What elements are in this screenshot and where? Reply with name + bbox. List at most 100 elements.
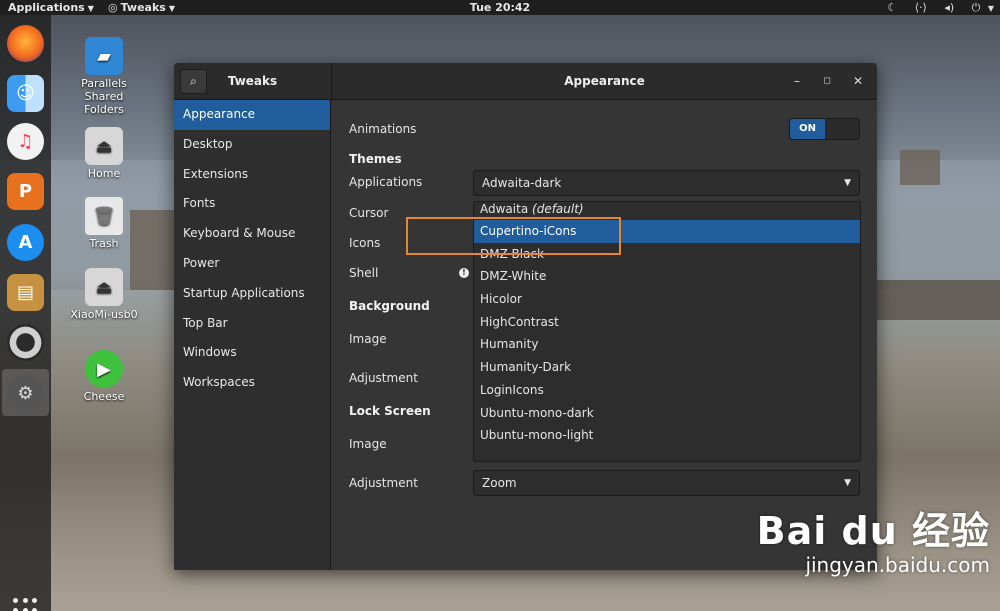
sidebar-item-startup-applications[interactable]: Startup Applications — [174, 279, 330, 309]
desktop-icon-cheese[interactable]: ▶ Cheese — [69, 350, 139, 403]
search-icon: ⌕ — [190, 74, 197, 88]
drive-eject-icon: ⏏ — [85, 268, 123, 306]
option-label: Humanity — [480, 337, 539, 352]
clock-label: Tue 20:42 — [469, 1, 531, 14]
desktop-icon-label: Home — [87, 167, 121, 180]
maximize-button[interactable]: ◻ — [819, 73, 835, 89]
shell-label: Shell — [349, 266, 379, 280]
desktop-icon-label: Parallels Shared Folders — [81, 77, 127, 116]
minimize-button[interactable]: – — [789, 73, 805, 89]
sidebar-item-fonts[interactable]: Fonts — [174, 189, 330, 219]
wps-presentation-icon[interactable]: P — [7, 173, 44, 210]
applications-theme-label: Applications — [349, 175, 423, 189]
app-store-icon[interactable]: A — [7, 224, 44, 261]
volume-icon: ◂) — [944, 1, 955, 14]
option-label: Adwaita — [480, 202, 529, 216]
watermark-brand: Bai du 经验 — [756, 509, 990, 553]
lifesaver-icon[interactable] — [7, 324, 44, 361]
tweaks-window: Tweaks ⌕ Appearance – ◻ ✕ Appearance Des… — [174, 63, 877, 570]
desktop-icon-xiaomi-usb0[interactable]: ⏏ XiaoMi-usb0 — [69, 268, 139, 321]
animations-toggle[interactable]: ON — [789, 118, 860, 140]
lock-screen-heading: Lock Screen — [349, 404, 431, 418]
files-icon[interactable]: ▤ — [7, 274, 44, 311]
option-suffix: (default) — [532, 202, 584, 216]
power-icon: ⏻ — [971, 1, 981, 14]
sidebar-item-workspaces[interactable]: Workspaces — [174, 368, 330, 398]
dropdown-option-ubuntu-mono-dark[interactable]: Ubuntu-mono-dark — [474, 402, 860, 425]
animations-label: Animations — [349, 122, 417, 136]
annotation-highlight-box — [406, 217, 621, 255]
sidebar-item-desktop[interactable]: Desktop — [174, 130, 330, 160]
combo-value: Zoom — [482, 476, 517, 490]
background-image-label: Image — [349, 332, 387, 346]
dock: ☺ ♫ P A ▤ ⚙ — [0, 15, 51, 611]
sidebar-item-appearance[interactable]: Appearance — [174, 100, 330, 130]
clock[interactable]: Tue 20:42 — [0, 0, 1000, 15]
sidebar-item-top-bar[interactable]: Top Bar — [174, 309, 330, 339]
settings-icon[interactable]: ⚙ — [7, 375, 44, 412]
option-label: DMZ-White — [480, 269, 547, 284]
desktop-icon-trash[interactable]: 🗑 Trash — [69, 197, 139, 250]
option-label: Ubuntu-mono-light — [480, 428, 594, 443]
desktop-icon-label: Cheese — [83, 390, 125, 403]
option-label: HighContrast — [480, 314, 559, 329]
drive-eject-icon: ⏏ — [85, 127, 123, 165]
finder-icon[interactable]: ☺ — [7, 75, 44, 112]
desktop-icon-parallels-shared-folders[interactable]: ▰ Parallels Shared Folders — [69, 37, 139, 116]
music-icon[interactable]: ♫ — [7, 123, 44, 160]
show-applications-icon[interactable] — [13, 598, 39, 611]
icons-label: Icons — [349, 236, 381, 250]
option-label: LoginIcons — [480, 382, 544, 397]
dropdown-option-dmz-white[interactable]: DMZ-White — [474, 265, 860, 288]
themes-heading: Themes — [349, 152, 402, 166]
trash-icon: 🗑 — [85, 197, 123, 235]
firefox-icon[interactable] — [7, 25, 44, 62]
dropdown-option-humanity[interactable]: Humanity — [474, 333, 860, 356]
lock-adjustment-combo[interactable]: Zoom ▼ — [473, 470, 860, 496]
camera-icon: ▶ — [85, 350, 123, 388]
chevron-down-icon: ▼ — [844, 478, 851, 488]
search-button[interactable]: ⌕ — [180, 69, 207, 94]
lock-image-label: Image — [349, 437, 387, 451]
desktop-icon-label: XiaoMi-usb0 — [70, 308, 138, 321]
dropdown-option-hicolor[interactable]: Hicolor — [474, 288, 860, 311]
lock-adjustment-label: Adjustment — [349, 476, 418, 490]
close-button[interactable]: ✕ — [850, 73, 866, 89]
combo-value: Adwaita-dark — [482, 176, 562, 190]
sidebar: Appearance Desktop Extensions Fonts Keyb… — [174, 100, 331, 570]
option-label: Humanity-Dark — [480, 360, 572, 375]
maximize-icon: ◻ — [823, 76, 831, 86]
desktop-icon-home[interactable]: ⏏ Home — [69, 127, 139, 180]
toggle-on-label: ON — [790, 119, 825, 139]
night-light-icon: ☾ — [887, 1, 898, 14]
background-adjustment-label: Adjustment — [349, 371, 418, 385]
minimize-icon: – — [794, 74, 800, 88]
chevron-down-icon: ▼ — [844, 178, 851, 188]
dropdown-option-highcontrast[interactable]: HighContrast — [474, 311, 860, 334]
folder-icon: ▰ — [85, 37, 123, 75]
top-bar: Applications ▼ ◎ Tweaks ▼ Tue 20:42 ☾ ⟨·⟩ ◂… — [0, 0, 1000, 15]
dropdown-option-ubuntu-mono-light[interactable]: Ubuntu-mono-light — [474, 424, 860, 447]
option-label: Hicolor — [480, 292, 522, 307]
background-heading: Background — [349, 299, 430, 313]
rock-background — [877, 280, 1000, 320]
sidebar-item-keyboard-mouse[interactable]: Keyboard & Mouse — [174, 219, 330, 249]
sidebar-item-extensions[interactable]: Extensions — [174, 160, 330, 190]
window-titlebar: Tweaks ⌕ Appearance – ◻ ✕ — [174, 63, 877, 100]
sidebar-item-windows[interactable]: Windows — [174, 338, 330, 368]
info-icon: ! — [459, 268, 469, 278]
chevron-down-icon: ▼ — [987, 4, 994, 13]
desktop-icon-label: Trash — [89, 237, 119, 250]
close-icon: ✕ — [852, 74, 864, 88]
baidu-watermark: Bai du 经验 jingyan.baidu.com — [757, 500, 990, 577]
system-tray[interactable]: ☾ ⟨·⟩ ◂) ⏻ ▼ — [873, 0, 994, 16]
dropdown-option-loginicons[interactable]: LoginIcons — [474, 379, 860, 402]
network-icon: ⟨·⟩ — [914, 1, 927, 14]
sidebar-item-power[interactable]: Power — [174, 249, 330, 279]
watermark-url: jingyan.baidu.com — [805, 553, 990, 577]
dropdown-option-humanity-dark[interactable]: Humanity-Dark — [474, 356, 860, 379]
applications-theme-combo[interactable]: Adwaita-dark ▼ — [473, 170, 860, 196]
cursor-label: Cursor — [349, 206, 389, 220]
rock-background — [900, 150, 940, 185]
option-label: Ubuntu-mono-dark — [480, 405, 594, 420]
